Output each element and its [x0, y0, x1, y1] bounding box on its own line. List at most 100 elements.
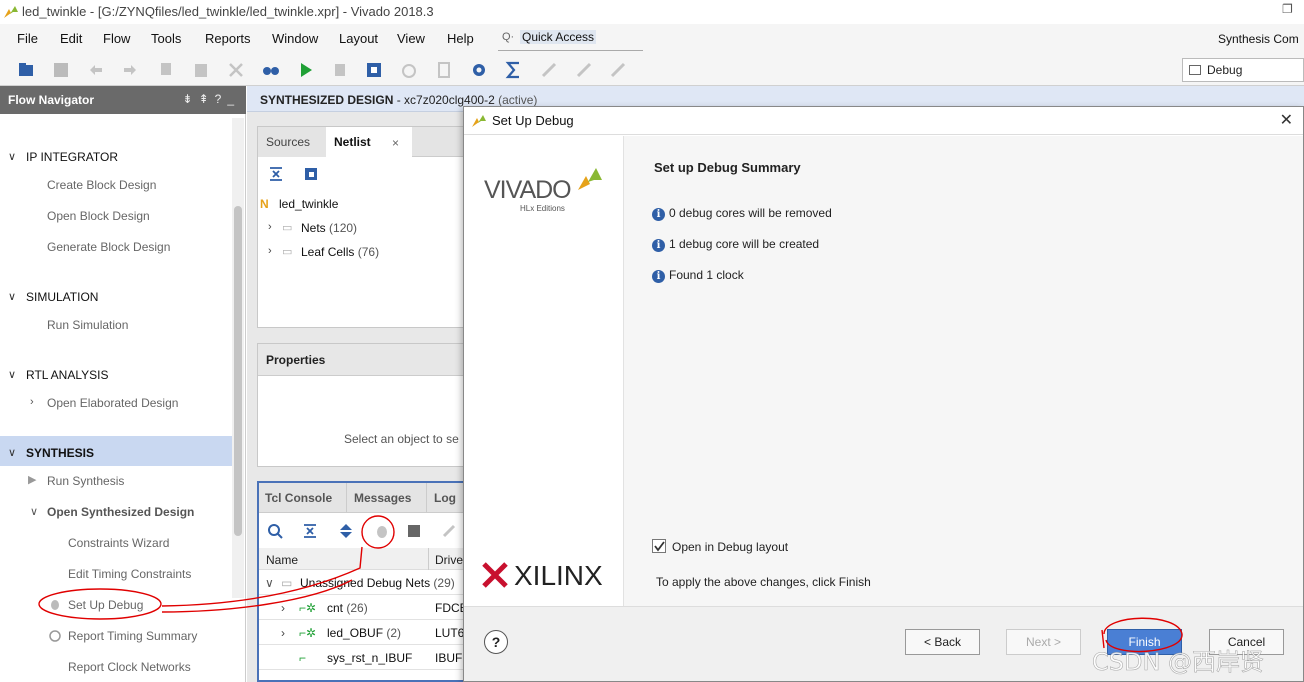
- expand-all-icon[interactable]: [338, 523, 354, 539]
- quick-access-search[interactable]: Q· Quick Access: [498, 27, 643, 51]
- nav-constraints-wizard[interactable]: Constraints Wizard: [68, 536, 169, 550]
- copy-icon[interactable]: [157, 60, 177, 80]
- nav-run-synthesis[interactable]: Run Synthesis: [47, 474, 124, 488]
- tab-log[interactable]: Log: [434, 491, 456, 505]
- step-icon[interactable]: [330, 60, 350, 80]
- nav-open-block-design[interactable]: Open Block Design: [47, 209, 150, 223]
- menu-window[interactable]: Window: [272, 31, 318, 46]
- chevron-down-icon[interactable]: ∨: [30, 505, 38, 518]
- nav-edit-timing-constraints[interactable]: Edit Timing Constraints: [68, 567, 191, 581]
- table-row[interactable]: › ⌐✲ cnt (26) FDCE: [259, 596, 468, 620]
- undo-icon[interactable]: [86, 60, 106, 80]
- nav-run-simulation[interactable]: Run Simulation: [47, 318, 128, 332]
- table-row[interactable]: ∨ ▭ Unassigned Debug Nets (29): [259, 571, 465, 595]
- close-icon[interactable]: ×: [392, 136, 399, 150]
- next-button[interactable]: Next >: [1006, 629, 1081, 655]
- tab-sources[interactable]: Sources: [258, 127, 326, 157]
- sum-icon[interactable]: [504, 60, 524, 80]
- chevron-down-icon[interactable]: ∨: [8, 368, 16, 381]
- chevron-right-icon[interactable]: ›: [30, 396, 34, 408]
- nav-report-clock-networks[interactable]: Report Clock Networks: [68, 660, 191, 674]
- square-icon[interactable]: [406, 523, 422, 539]
- section-synthesis[interactable]: SYNTHESIS: [26, 446, 94, 460]
- find-icon[interactable]: [261, 60, 281, 80]
- restore-window-icon[interactable]: ❐: [1282, 2, 1298, 18]
- menu-flow[interactable]: Flow: [103, 31, 130, 46]
- table-row[interactable]: ⌐ sys_rst_n_IBUF IBUF: [259, 646, 465, 670]
- back-button[interactable]: < Back: [905, 629, 980, 655]
- tool-icon-2[interactable]: [574, 60, 594, 80]
- menu-file[interactable]: File: [17, 31, 38, 46]
- group-label: Unassigned Debug Nets: [300, 576, 431, 590]
- debug-net-group: Unassigned Debug Nets (29): [300, 576, 455, 590]
- set-up-debug-bug-icon[interactable]: [373, 522, 391, 540]
- tool-icon[interactable]: [441, 523, 457, 539]
- debug-net-name: cnt (26): [327, 601, 368, 615]
- info-icon: i: [652, 239, 665, 252]
- netlist-node-leaf-cells[interactable]: Leaf Cells (76): [301, 245, 379, 259]
- section-rtl-analysis[interactable]: RTL ANALYSIS: [26, 368, 108, 382]
- nav-report-timing-summary[interactable]: Report Timing Summary: [68, 629, 197, 643]
- chevron-right-icon[interactable]: ›: [268, 221, 272, 233]
- redo-icon[interactable]: [120, 60, 140, 80]
- expand-icon[interactable]: [303, 166, 319, 182]
- close-icon[interactable]: ✕: [1280, 110, 1293, 130]
- netlist-root[interactable]: led_twinkle: [279, 197, 338, 211]
- column-name[interactable]: Name: [266, 553, 298, 567]
- chevron-right-icon[interactable]: ›: [281, 626, 285, 640]
- flow-navigator-header: Flow Navigator ⇟⇞?_: [0, 86, 246, 114]
- timer-icon[interactable]: [399, 60, 419, 80]
- open-debug-layout-label[interactable]: Open in Debug layout: [672, 540, 788, 554]
- menu-help[interactable]: Help: [447, 31, 474, 46]
- open-project-icon[interactable]: [17, 60, 37, 80]
- nav-create-block-design[interactable]: Create Block Design: [47, 178, 156, 192]
- folder-icon: ▭: [281, 576, 293, 590]
- collapse-all-icon[interactable]: [268, 166, 284, 182]
- tool-icon-1[interactable]: [539, 60, 559, 80]
- tool-icon-3[interactable]: [608, 60, 628, 80]
- menu-edit[interactable]: Edit: [60, 31, 82, 46]
- chevron-down-icon[interactable]: ∨: [8, 446, 16, 459]
- report-icon[interactable]: [434, 60, 454, 80]
- table-row[interactable]: › ⌐✲ led_OBUF (2) LUT6: [259, 621, 465, 645]
- nav-open-synthesized-design[interactable]: Open Synthesized Design: [47, 505, 194, 519]
- tab-tcl-console[interactable]: Tcl Console: [265, 491, 332, 505]
- settings-gear-icon[interactable]: [469, 60, 489, 80]
- menu-tools[interactable]: Tools: [151, 31, 181, 46]
- program-icon[interactable]: [364, 60, 384, 80]
- menu-reports[interactable]: Reports: [205, 31, 251, 46]
- xilinx-logo: XILINX: [482, 556, 622, 596]
- netlist-node-nets[interactable]: Nets (120): [301, 221, 357, 235]
- xilinx-x-icon: [482, 562, 508, 588]
- run-icon[interactable]: [296, 60, 316, 80]
- scrollbar-thumb[interactable]: [234, 206, 242, 536]
- menu-layout[interactable]: Layout: [339, 31, 378, 46]
- column-driver[interactable]: Drive: [435, 553, 463, 567]
- section-simulation[interactable]: SIMULATION: [26, 290, 98, 304]
- delete-icon[interactable]: [226, 60, 246, 80]
- debug-net-name: led_OBUF (2): [327, 626, 401, 640]
- section-ip-integrator[interactable]: IP INTEGRATOR: [26, 150, 118, 164]
- chevron-right-icon[interactable]: ›: [281, 601, 285, 615]
- tab-messages[interactable]: Messages: [354, 491, 411, 505]
- collapse-all-icon[interactable]: [302, 523, 318, 539]
- nav-generate-block-design[interactable]: Generate Block Design: [47, 240, 170, 254]
- tab-separator: [346, 483, 347, 513]
- nav-set-up-debug[interactable]: Set Up Debug: [68, 598, 143, 612]
- open-debug-layout-checkbox[interactable]: [652, 539, 666, 553]
- nav-open-elaborated-design[interactable]: Open Elaborated Design: [47, 396, 178, 410]
- node-label: Leaf Cells: [301, 245, 355, 259]
- chevron-down-icon[interactable]: ∨: [265, 576, 274, 590]
- chevron-down-icon[interactable]: ∨: [8, 290, 16, 303]
- flow-navigator-tools[interactable]: ⇟⇞?_: [183, 92, 240, 106]
- menu-view[interactable]: View: [397, 31, 425, 46]
- search-icon[interactable]: [267, 523, 283, 539]
- properties-header: Properties: [258, 344, 466, 376]
- chevron-down-icon[interactable]: ∨: [8, 150, 16, 163]
- tab-netlist[interactable]: Netlist: [326, 127, 412, 157]
- paste-icon[interactable]: [191, 60, 211, 80]
- save-icon[interactable]: [51, 60, 71, 80]
- layout-selector[interactable]: Debug: [1182, 58, 1304, 82]
- chevron-right-icon[interactable]: ›: [268, 245, 272, 257]
- help-button[interactable]: ?: [484, 630, 508, 654]
